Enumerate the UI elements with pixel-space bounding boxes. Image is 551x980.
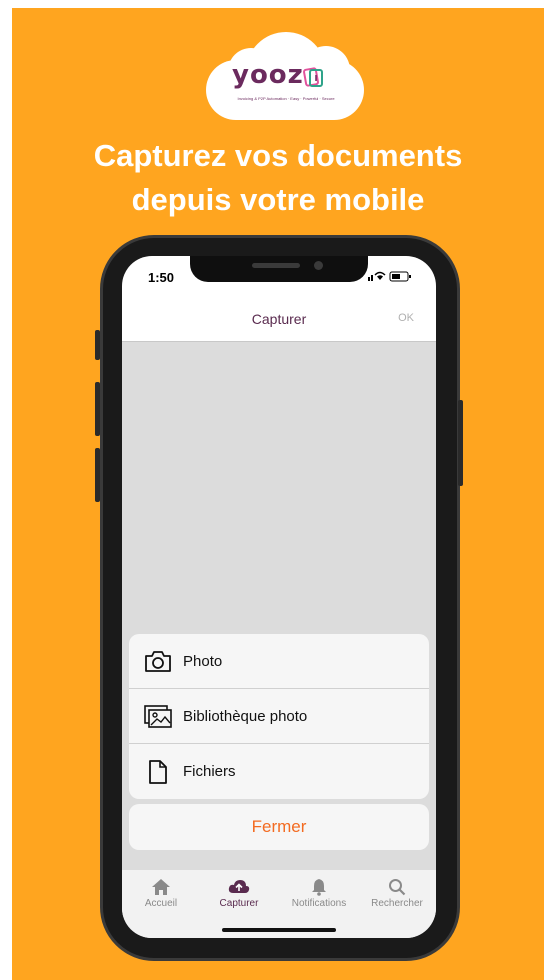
headline-line-2: depuis votre mobile	[131, 182, 425, 217]
brand-tagline: Invoicing & P2P Automation · Easy · Powe…	[237, 96, 335, 101]
phone-volume-down-button	[95, 448, 100, 502]
home-icon	[152, 879, 170, 895]
tab-capture[interactable]: Capturer	[200, 878, 278, 909]
action-photo-library-label: Bibliothèque photo	[183, 707, 308, 725]
wifi-battery-icon	[368, 271, 411, 282]
action-photo-label: Photo	[183, 652, 223, 670]
ok-button[interactable]: OK	[398, 312, 414, 324]
tab-home-label: Accueil	[144, 898, 178, 909]
phone-volume-up-button	[95, 382, 100, 436]
action-photo-library[interactable]: Bibliothèque photo	[129, 689, 429, 744]
tab-capture-label: Capturer	[219, 898, 259, 909]
tab-home[interactable]: Accueil	[122, 878, 200, 909]
page-title: Capturer	[251, 311, 307, 327]
headline: Capturez vos documents depuis votre mobi…	[12, 134, 544, 222]
tab-search-label: Rechercher	[371, 898, 423, 909]
bell-icon	[312, 879, 326, 896]
tab-notifications-label: Notifications	[291, 898, 347, 909]
document-logo-icon	[303, 67, 323, 87]
photo-library-icon	[144, 705, 172, 728]
camera-icon	[145, 651, 171, 672]
phone-screen: 1:50 Capturer OK Photo Bibliothèque phot…	[122, 256, 436, 938]
front-camera	[314, 261, 323, 270]
file-icon	[149, 759, 167, 784]
action-files-label: Fichiers	[183, 763, 236, 780]
action-photo[interactable]: Photo	[129, 634, 429, 689]
tab-search[interactable]: Rechercher	[358, 878, 436, 909]
nav-bar: Capturer OK	[122, 294, 436, 342]
action-sheet: Photo Bibliothèque photo Fichiers	[129, 634, 429, 799]
close-button[interactable]: Fermer	[129, 804, 429, 850]
search-icon	[389, 879, 406, 896]
brand-logo: yooz	[232, 60, 304, 90]
phone-mute-button	[95, 330, 100, 360]
tab-notifications[interactable]: Notifications	[280, 878, 358, 909]
phone-notch	[190, 256, 368, 282]
home-indicator	[222, 928, 336, 932]
status-time: 1:50	[148, 270, 175, 285]
action-files[interactable]: Fichiers	[129, 744, 429, 799]
headline-line-1: Capturez vos documents	[93, 138, 463, 173]
status-icons	[368, 270, 414, 285]
cloud-upload-icon	[228, 880, 250, 893]
phone-power-button	[458, 400, 463, 486]
speaker-grille	[252, 263, 300, 268]
